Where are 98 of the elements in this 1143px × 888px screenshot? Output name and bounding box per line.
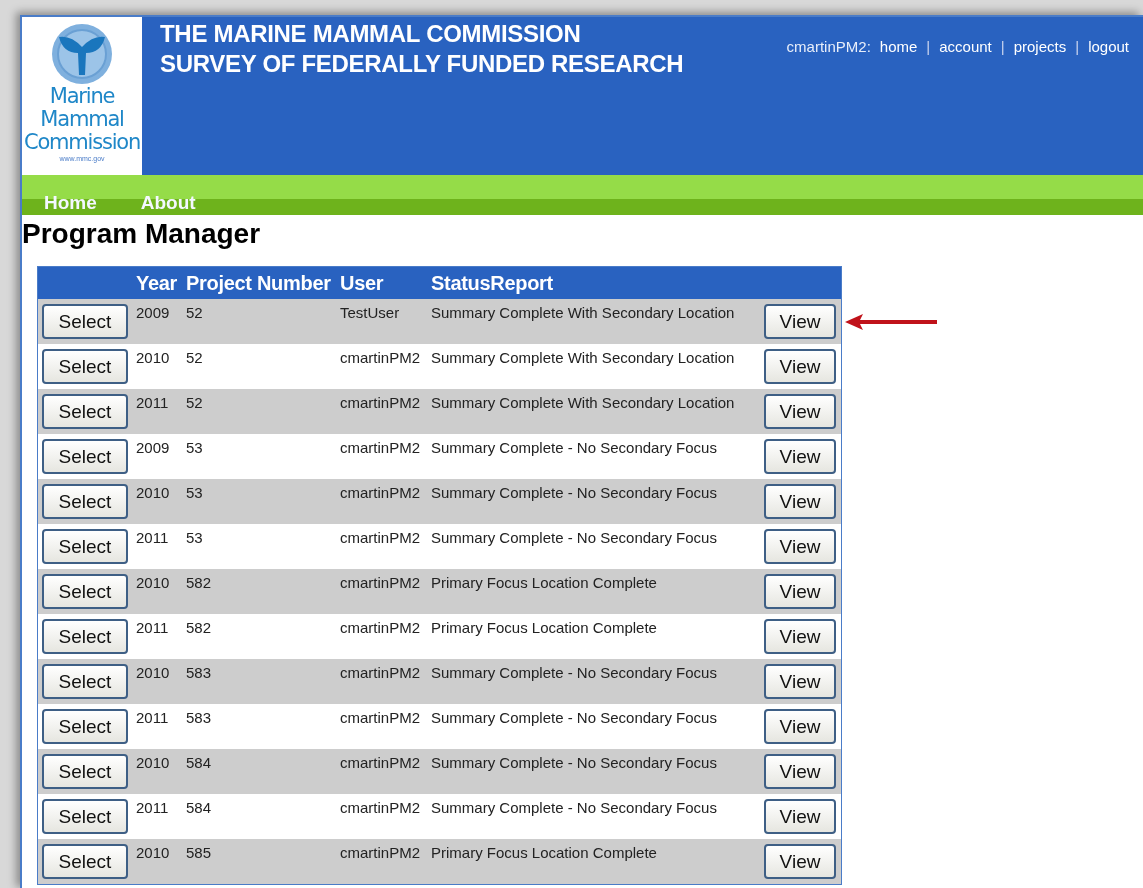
table-cell-text: 582 (186, 573, 213, 593)
whale-tail-logo-icon (51, 23, 113, 85)
table-cell-text: 2010 (136, 753, 171, 773)
select-button[interactable]: Select (42, 439, 128, 474)
table-cell-text: 52 (186, 348, 204, 368)
site-title: THE MARINE MAMMAL COMMISSION (160, 19, 582, 49)
table-cell-text: cmartinPM2 (340, 528, 422, 548)
table-cell-text: cmartinPM2 (340, 483, 422, 503)
table-cell-text: cmartinPM2 (340, 708, 422, 728)
link-separator: | (1075, 38, 1080, 55)
view-button[interactable]: View (764, 349, 836, 384)
view-button[interactable]: View (764, 484, 836, 519)
select-button[interactable]: Select (42, 574, 128, 609)
select-button[interactable]: Select (42, 799, 128, 834)
table-cell-text: 2009 (136, 303, 171, 323)
table-cell-text: 2009 (136, 438, 171, 458)
table-cell-text: Summary Complete With Secondary Location (431, 303, 736, 323)
table-cell-text: TestUser (340, 303, 401, 323)
header-link[interactable]: home (879, 38, 918, 55)
logo-text: Mammal (40, 108, 124, 131)
view-button[interactable]: View (764, 844, 836, 879)
view-button[interactable]: View (764, 619, 836, 654)
table-cell-text: Summary Complete With Secondary Location (431, 348, 736, 368)
view-button[interactable]: View (764, 754, 836, 789)
page-title: Program Manager (22, 217, 262, 251)
view-button[interactable]: View (764, 529, 836, 564)
link-separator: | (1000, 38, 1005, 55)
table-cell-text: 2010 (136, 483, 171, 503)
table-cell-text: 2011 (136, 798, 170, 818)
logo-text: Marine (49, 85, 115, 108)
select-button[interactable]: Select (42, 484, 128, 519)
table-cell-text: 2010 (136, 348, 171, 368)
table-cell-text: 2010 (136, 573, 171, 593)
table-cell-text: cmartinPM2 (340, 573, 422, 593)
column-header: StatusReport (431, 271, 554, 295)
view-button[interactable]: View (764, 709, 836, 744)
header-link[interactable]: projects (1013, 38, 1067, 55)
view-button[interactable]: View (764, 664, 836, 699)
table-cell-text: 52 (186, 303, 204, 323)
table-cell-text: Primary Focus Location Complete (431, 843, 658, 863)
view-button[interactable]: View (764, 304, 836, 339)
table-cell-text: cmartinPM2 (340, 618, 422, 638)
select-button[interactable]: Select (42, 304, 128, 339)
table-cell-text: Primary Focus Location Complete (431, 573, 658, 593)
column-header: User (340, 271, 385, 295)
table-cell-text: 53 (186, 438, 204, 458)
table-cell-text: 583 (186, 663, 213, 683)
table-cell-text: 2011 (136, 708, 170, 728)
table-cell-text: cmartinPM2 (340, 798, 422, 818)
table-cell-text: 53 (186, 483, 204, 503)
table-cell-text: cmartinPM2 (340, 348, 422, 368)
table-cell-text: cmartinPM2 (340, 438, 422, 458)
table-cell-text: 583 (186, 708, 213, 728)
table-cell-text: Summary Complete - No Secondary Focus (431, 483, 718, 503)
table-cell-text: cmartinPM2 (340, 843, 422, 863)
username-label: cmartinPM2: (786, 38, 871, 55)
site-title: SURVEY OF FEDERALLY FUNDED RESEARCH (160, 49, 685, 79)
select-button[interactable]: Select (42, 349, 128, 384)
table-cell-text: cmartinPM2 (340, 663, 422, 683)
header-link[interactable]: account (939, 38, 992, 55)
table-cell-text: 582 (186, 618, 213, 638)
table-cell-text: 2010 (136, 843, 171, 863)
view-button[interactable]: View (764, 439, 836, 474)
arrow-icon (843, 312, 939, 332)
column-header: Project Number (186, 271, 332, 295)
table-cell-text: 2011 (136, 618, 170, 638)
table-cell-text: 585 (186, 843, 213, 863)
link-separator: | (926, 38, 931, 55)
select-button[interactable]: Select (42, 394, 128, 429)
select-button[interactable]: Select (42, 709, 128, 744)
select-button[interactable]: Select (42, 529, 128, 564)
table-cell-text: Summary Complete - No Secondary Focus (431, 438, 718, 458)
logo-text: Commission (23, 131, 141, 154)
table-cell-text: 584 (186, 798, 213, 818)
view-button[interactable]: View (764, 394, 836, 429)
table-cell-text: Primary Focus Location Complete (431, 618, 658, 638)
table-cell-text: Summary Complete With Secondary Location (431, 393, 736, 413)
view-button[interactable]: View (764, 574, 836, 609)
table-cell-text: Summary Complete - No Secondary Focus (431, 708, 718, 728)
select-button[interactable]: Select (42, 754, 128, 789)
select-button[interactable]: Select (42, 844, 128, 879)
table-cell-text: Summary Complete - No Secondary Focus (431, 798, 718, 818)
table-cell-text: 2010 (136, 663, 171, 683)
table-cell-text: 52 (186, 393, 204, 413)
header-link[interactable]: logout (1088, 38, 1129, 55)
table-cell-text: 53 (186, 528, 204, 548)
table-cell-text: 2011 (136, 528, 170, 548)
view-button[interactable]: View (764, 799, 836, 834)
table-cell-text: Summary Complete - No Secondary Focus (431, 663, 718, 683)
select-button[interactable]: Select (42, 619, 128, 654)
table-cell-text: 2011 (136, 393, 170, 413)
column-header: Year (136, 271, 179, 295)
table-cell-text: Summary Complete - No Secondary Focus (431, 528, 718, 548)
table-cell-text: cmartinPM2 (340, 753, 422, 773)
table-cell-text: 584 (186, 753, 213, 773)
table-cell-text: cmartinPM2 (340, 393, 422, 413)
table-cell-text: Summary Complete - No Secondary Focus (431, 753, 718, 773)
select-button[interactable]: Select (42, 664, 128, 699)
